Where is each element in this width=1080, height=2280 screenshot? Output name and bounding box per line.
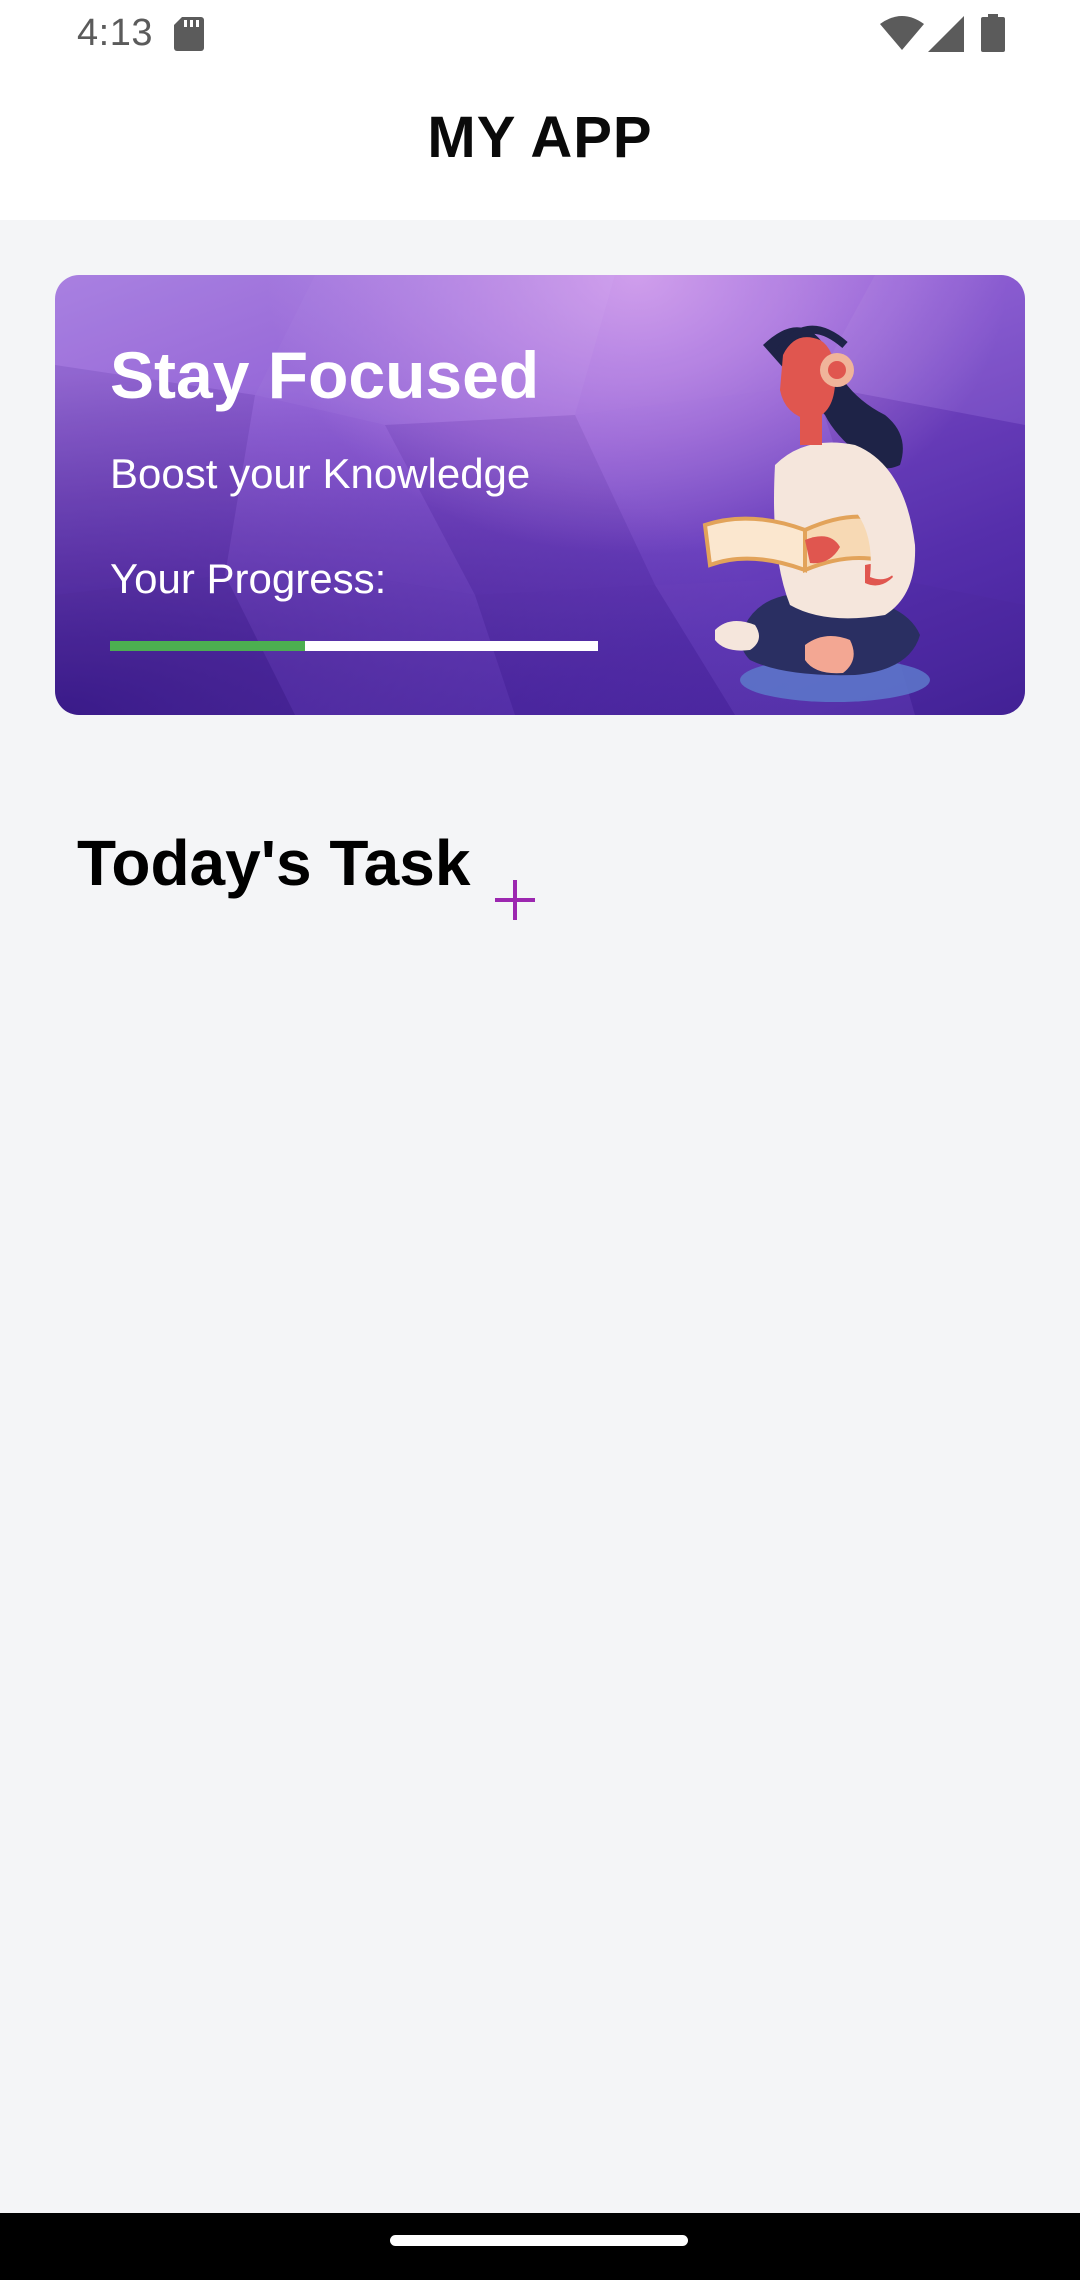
home-gesture-handle[interactable] (390, 2235, 688, 2246)
focus-card: Stay Focused Boost your Knowledge Your P… (55, 275, 1025, 715)
add-task-button[interactable] (490, 875, 540, 925)
cell-signal-icon (928, 16, 964, 52)
battery-icon (981, 14, 1005, 52)
sd-card-icon (174, 17, 204, 51)
person-reading-illustration (702, 325, 930, 702)
status-bar: 4:13 (0, 0, 1080, 70)
card-subtitle: Boost your Knowledge (110, 450, 531, 497)
progress-bar-fill (110, 641, 306, 651)
wifi-icon (880, 16, 924, 50)
system-navigation-bar (0, 2213, 1080, 2280)
status-time: 4:13 (77, 12, 153, 54)
card-title: Stay Focused (110, 338, 540, 412)
plus-icon (495, 880, 535, 920)
app-bar: MY APP (0, 70, 1080, 220)
progress-bar (110, 641, 598, 651)
app-title: MY APP (427, 105, 653, 170)
progress-label: Your Progress: (110, 555, 387, 602)
section-title-todays-task: Today's Task (77, 827, 471, 899)
